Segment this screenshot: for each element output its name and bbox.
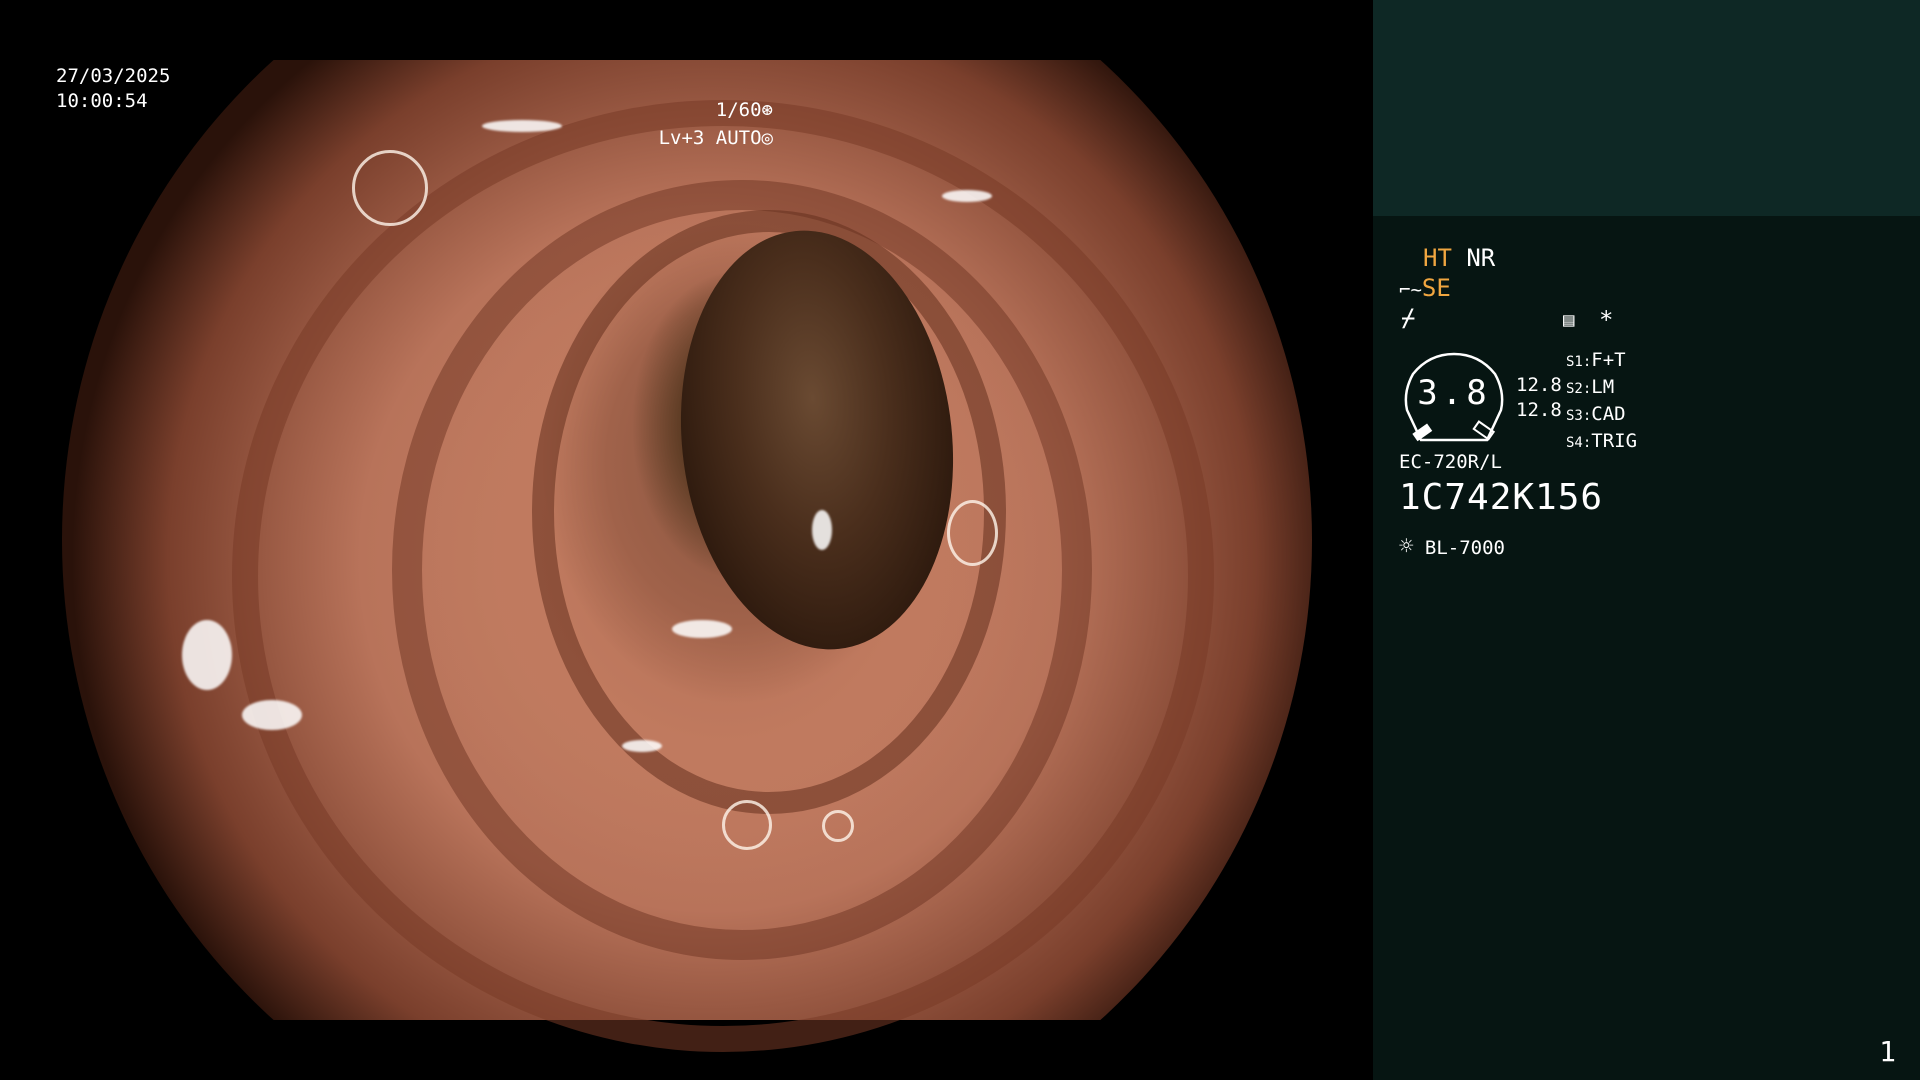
gauge-marker-right: [1472, 420, 1496, 441]
brightness-readout: Lv+3 AUTO◎: [659, 126, 773, 151]
date-label: 27/03/2025: [56, 65, 171, 87]
air-bubble: [947, 500, 998, 566]
light-reflection: [812, 510, 832, 550]
switch-item: S4:TRIG: [1566, 430, 1638, 452]
light-source-row: ☼ BL-7000: [1399, 532, 1505, 562]
asterisk-label: *: [1599, 306, 1614, 334]
endoscopic-image: [62, 60, 1312, 1052]
light-reflection: [482, 120, 562, 132]
value-2: 12.8: [1516, 399, 1562, 421]
scope-serial: 1C742K156: [1399, 477, 1604, 518]
aperture-icon: ⊛: [761, 99, 773, 121]
air-bubble: [822, 810, 854, 842]
switch-item: S1:F+T: [1566, 349, 1626, 371]
air-bubble: [722, 800, 772, 850]
nr-label: NR: [1466, 244, 1496, 272]
iris-mode-label: AUTO: [715, 127, 762, 149]
shutter-label: 1/60: [715, 99, 762, 121]
shutter-readout: 1/60⊛: [716, 98, 773, 123]
switch-item: S3:CAD: [1566, 403, 1626, 425]
light-reflection: [622, 740, 662, 752]
structure-enhance-icon: ⌐~: [1399, 279, 1422, 301]
value-1: 12.8: [1516, 374, 1562, 396]
se-row: ⌐~SE: [1399, 274, 1451, 304]
light-reflection: [182, 620, 232, 690]
ht-nr-row: HT NR: [1423, 244, 1495, 272]
switch-item: S2:LM: [1566, 376, 1615, 398]
page-number: 1: [1879, 1035, 1896, 1068]
datetime-readout: 27/03/2025 10:00:54: [56, 64, 170, 114]
light-reflection: [242, 700, 302, 730]
light-reflection: [672, 620, 732, 638]
panel-header-area: [1373, 0, 1920, 216]
ht-label: HT: [1423, 244, 1452, 272]
switch-list: S1:F+T S2:LM S3:CAD S4:TRIG: [1566, 348, 1637, 456]
light-source-label: BL-7000: [1424, 537, 1505, 559]
endoscope-video-area: 27/03/2025 10:00:54 1/60⊛ Lv+3 AUTO◎: [0, 0, 1373, 1080]
light-reflection: [942, 190, 992, 202]
se-label: SE: [1421, 274, 1451, 302]
scope-model: EC-720R/L: [1399, 451, 1502, 473]
air-bubble: [352, 150, 428, 226]
iris-icon: ◎: [761, 127, 773, 149]
status-panel: HT NR ⌐~SE ⌿ ▤ * 3.8 12.8 12.8 S1:F+T S2…: [1373, 0, 1920, 1080]
zoom-value: 3.8: [1417, 373, 1491, 413]
time-label: 10:00:54: [56, 90, 148, 112]
freeze-icon: ⌿: [1401, 304, 1416, 332]
light-source-icon: ☼: [1399, 532, 1414, 560]
level-label: Lv+3: [658, 127, 705, 149]
menu-icon: ▤: [1563, 309, 1575, 331]
